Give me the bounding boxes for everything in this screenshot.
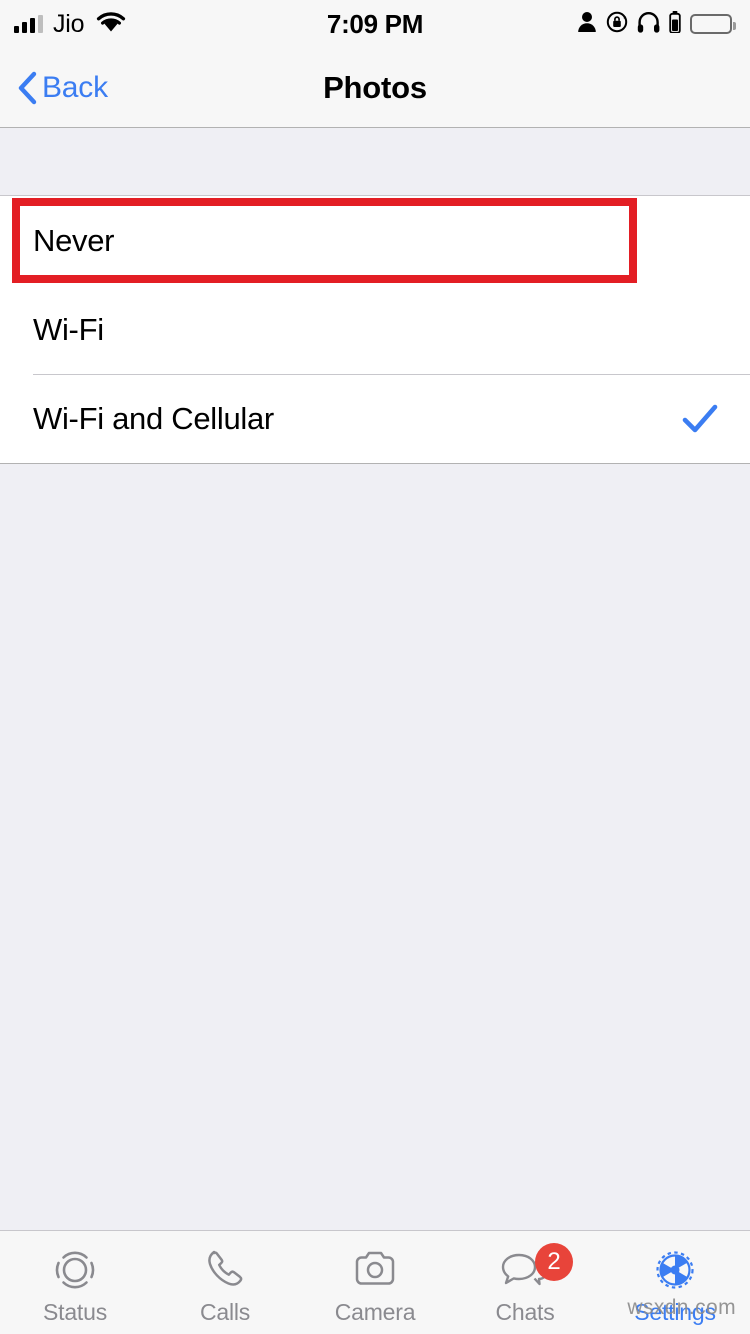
main-content: Never Wi-Fi Wi-Fi and Cellular	[0, 128, 750, 1230]
tab-bar: Status Calls Camera 2 Chats Settings wsx…	[0, 1230, 750, 1334]
clock-label: 7:09 PM	[326, 8, 424, 39]
cellular-signal-icon	[14, 15, 43, 33]
tab-status[interactable]: Status	[0, 1231, 150, 1334]
phone-screen: Jio 7:09 PM Back Photos Never Wi-Fi Wi-F…	[0, 0, 750, 1334]
person-icon	[577, 11, 597, 38]
carrier-label: Jio	[53, 9, 85, 38]
status-bar-left: Jio	[14, 10, 128, 39]
option-row-never[interactable]: Never	[0, 196, 750, 285]
tab-label: Chats	[495, 1299, 555, 1325]
navigation-bar: Back Photos	[0, 48, 750, 128]
tab-chats[interactable]: 2 Chats	[450, 1231, 600, 1334]
battery-icon	[690, 14, 736, 34]
option-row-never-wrapper: Never	[0, 196, 750, 285]
chevron-left-icon	[16, 71, 38, 105]
tab-label: Camera	[334, 1299, 416, 1325]
headphones-icon	[637, 11, 660, 38]
photos-autodownload-options: Never Wi-Fi Wi-Fi and Cellular	[0, 196, 750, 464]
back-button[interactable]: Back	[16, 71, 108, 105]
list-top-spacer	[0, 128, 750, 196]
tab-settings[interactable]: Settings	[600, 1231, 750, 1334]
option-label: Never	[33, 222, 115, 258]
back-label: Back	[42, 70, 108, 104]
status-rings-icon	[49, 1245, 101, 1295]
status-bar-right	[577, 10, 736, 38]
page-title: Photos	[323, 69, 427, 105]
tab-label: Status	[42, 1299, 107, 1325]
checkmark-icon	[680, 399, 720, 439]
tab-label: Settings	[634, 1299, 716, 1325]
option-label: Wi-Fi and Cellular	[33, 400, 274, 436]
phone-icon	[199, 1245, 251, 1295]
rotation-lock-icon	[606, 11, 628, 38]
wifi-icon	[94, 10, 128, 39]
tab-label: Calls	[199, 1299, 251, 1325]
tab-calls[interactable]: Calls	[150, 1231, 300, 1334]
status-bar: Jio 7:09 PM	[0, 0, 750, 48]
camera-icon	[349, 1245, 401, 1295]
gear-icon	[649, 1245, 701, 1295]
headphone-battery-icon	[669, 10, 681, 38]
option-row-wifi[interactable]: Wi-Fi	[0, 285, 750, 374]
option-label: Wi-Fi	[33, 311, 104, 347]
option-row-wifi-and-cellular[interactable]: Wi-Fi and Cellular	[0, 374, 750, 463]
tab-camera[interactable]: Camera	[300, 1231, 450, 1334]
chats-badge: 2	[535, 1243, 573, 1281]
